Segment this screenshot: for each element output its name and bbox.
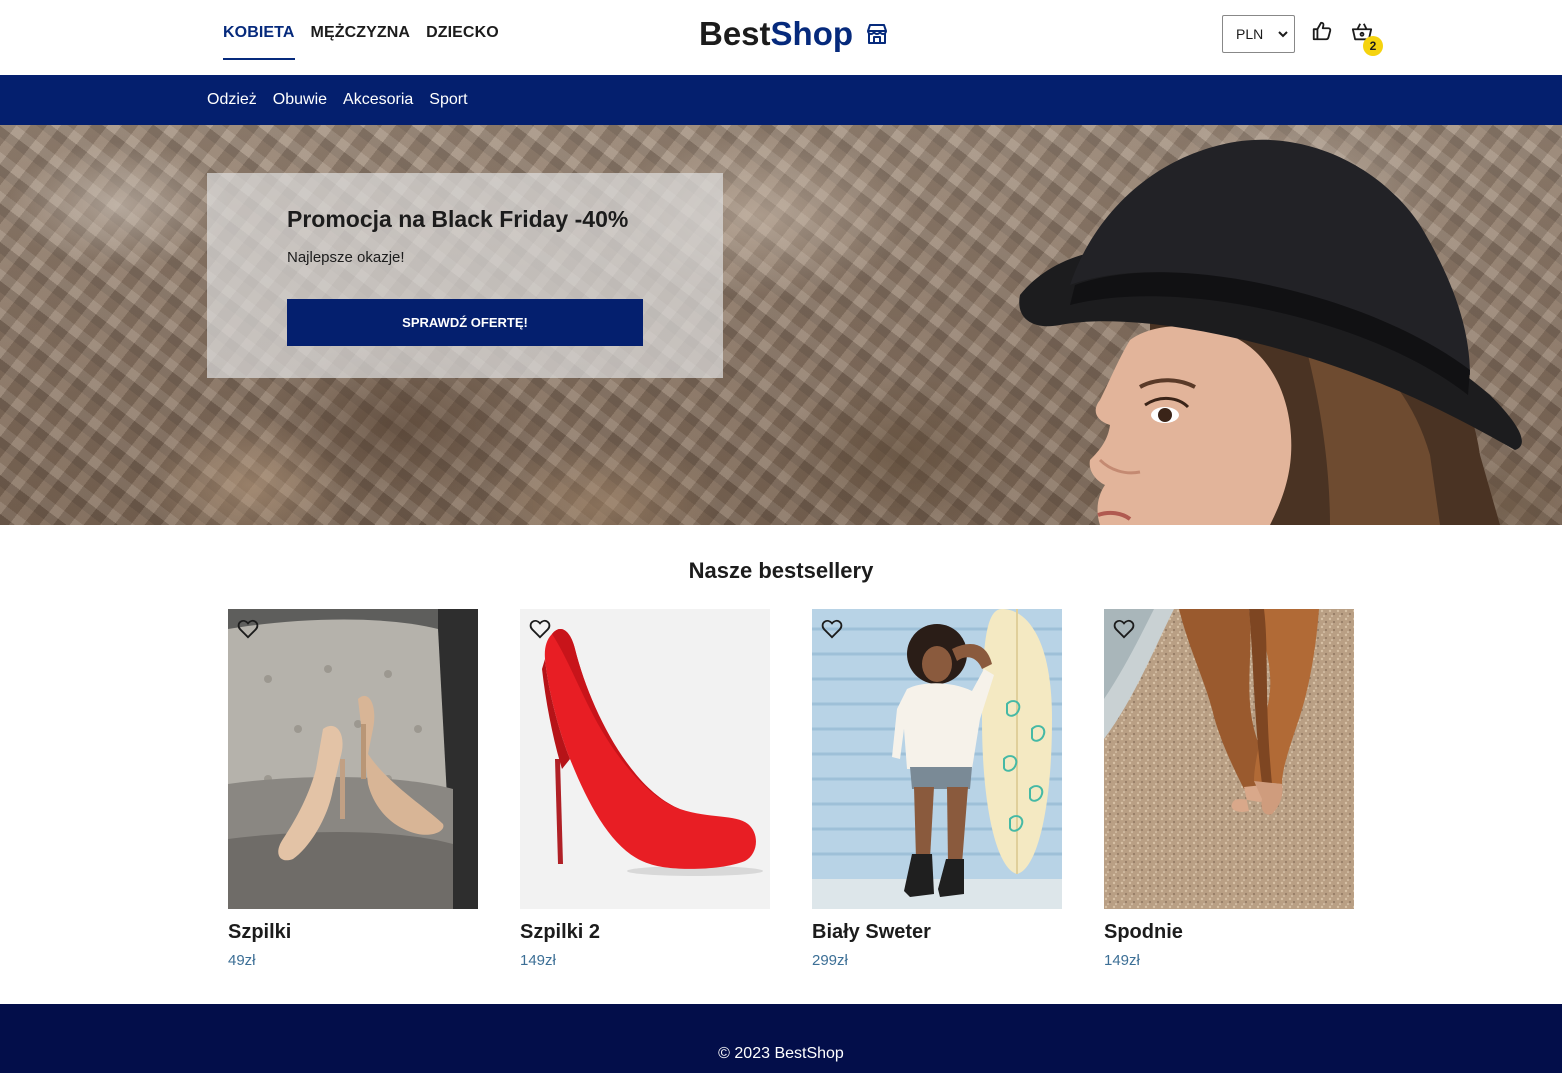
category-odziez[interactable]: Odzież [207, 91, 257, 109]
nav-item-kobieta[interactable]: KOBIETA [223, 0, 295, 60]
product-name[interactable]: Spodnie [1104, 921, 1354, 944]
footer-copyright: © 2023 BestShop [718, 1045, 844, 1062]
category-nav: Odzież Obuwie Akcesoria Sport [0, 75, 1562, 125]
red-heel-image [520, 609, 770, 909]
heart-icon[interactable] [821, 619, 843, 639]
nav-item-dziecko[interactable]: DZIECKO [426, 0, 499, 60]
nav-item-mezczyzna[interactable]: MĘŻCZYZNA [311, 0, 411, 60]
thumbs-up-icon[interactable] [1311, 20, 1333, 42]
gender-nav: KOBIETA MĘŻCZYZNA DZIECKO [223, 0, 499, 75]
product-price: 299zł [812, 952, 848, 969]
logo-text-best: Best [699, 15, 771, 52]
product-grid: Szpilki 49zł Szpilki 2 149zł Biały Swete… [228, 609, 1354, 969]
promo-title: Promocja na Black Friday -40% [287, 206, 629, 232]
product-card: Spodnie 149zł [1104, 609, 1354, 969]
trousers-on-beach-image [1104, 609, 1354, 909]
product-card: Biały Sweter 299zł [812, 609, 1062, 969]
product-name[interactable]: Szpilki 2 [520, 921, 770, 944]
product-name[interactable]: Biały Sweter [812, 921, 1062, 944]
category-obuwie[interactable]: Obuwie [273, 91, 327, 109]
footer: © 2023 BestShop [0, 1004, 1562, 1073]
logo-text-shop: Shop [770, 15, 854, 52]
product-image-red-heel[interactable] [520, 609, 770, 909]
logo[interactable]: BestShop [699, 14, 889, 54]
product-price: 149zł [520, 952, 556, 969]
heart-icon[interactable] [237, 619, 259, 639]
product-card: Szpilki 49zł [228, 609, 478, 969]
white-sweater-image [812, 609, 1062, 909]
product-image-trousers[interactable] [1104, 609, 1354, 909]
heart-icon[interactable] [1113, 619, 1135, 639]
hero-banner: Promocja na Black Friday -40% Najlepsze … [0, 125, 1562, 525]
category-sport[interactable]: Sport [429, 91, 467, 109]
product-name[interactable]: Szpilki [228, 921, 478, 944]
chevron-down-icon [1278, 31, 1288, 38]
check-offer-button[interactable]: SPRAWDŹ OFERTĘ! [287, 299, 643, 346]
bestsellers-title: Nasze bestsellery [688, 558, 874, 583]
product-card: Szpilki 2 149zł [520, 609, 770, 969]
cart-count-badge: 2 [1363, 36, 1383, 56]
product-image-nude-heels[interactable] [228, 609, 478, 909]
product-price: 49zł [228, 952, 256, 969]
store-icon [867, 24, 888, 44]
product-price: 149zł [1104, 952, 1140, 969]
currency-selected-value: PLN [1236, 26, 1264, 42]
category-akcesoria[interactable]: Akcesoria [343, 91, 413, 109]
nude-heels-image [228, 609, 478, 909]
product-image-white-sweater[interactable] [812, 609, 1062, 909]
heart-icon[interactable] [529, 619, 551, 639]
promo-subtitle: Najlepsze okazje! [287, 249, 405, 266]
currency-select[interactable]: PLN [1222, 15, 1295, 53]
top-header: KOBIETA MĘŻCZYZNA DZIECKO BestShop PLN 2 [0, 0, 1562, 75]
hero-woman-in-hat-image [1019, 139, 1522, 525]
promo-box: Promocja na Black Friday -40% Najlepsze … [207, 173, 723, 378]
